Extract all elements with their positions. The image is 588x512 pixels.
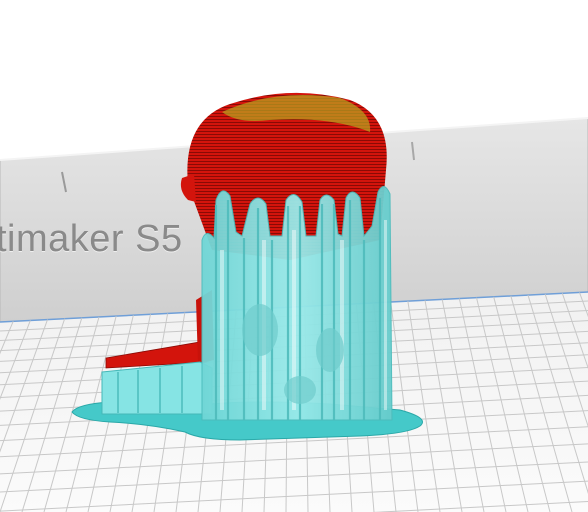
3d-viewport[interactable]: timaker S5: [0, 0, 588, 512]
printer-brand-label: timaker S5: [0, 218, 183, 260]
